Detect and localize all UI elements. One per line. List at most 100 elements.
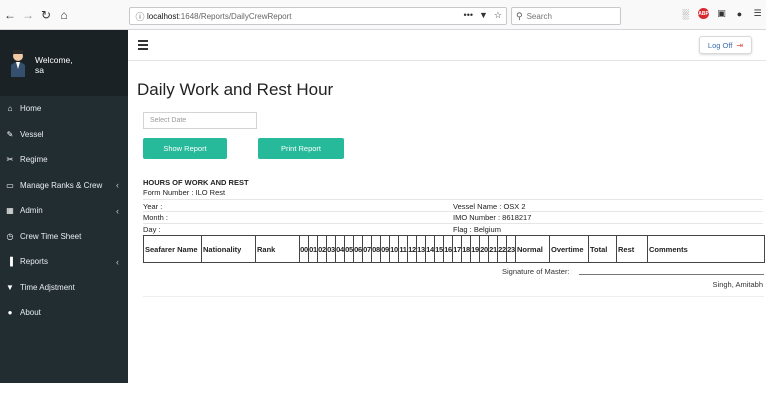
form-number: Form Number : ILO Rest bbox=[143, 188, 226, 197]
home-icon: ⌂ bbox=[7, 104, 13, 114]
search-icon: ⚲ bbox=[516, 10, 523, 21]
divider bbox=[143, 296, 764, 297]
page-actions-icon[interactable]: ••• bbox=[464, 10, 473, 21]
sidebar-item-label: Time Adjstment bbox=[20, 282, 75, 292]
col-comments: Comments bbox=[647, 235, 765, 263]
extension-icon[interactable]: ● bbox=[734, 8, 745, 19]
url-host: localhost bbox=[147, 11, 179, 21]
user-panel: Welcome, sa bbox=[0, 30, 128, 96]
top-navbar: Log Off ⇥ bbox=[128, 30, 766, 61]
select-date-input[interactable] bbox=[143, 112, 257, 129]
divider bbox=[143, 223, 763, 224]
col-hour: 19 bbox=[470, 235, 480, 263]
info-icon[interactable]: ⓘ bbox=[133, 10, 147, 23]
col-hour: 09 bbox=[380, 235, 390, 263]
sidebar-toggle-icon[interactable]: ▣ bbox=[716, 8, 727, 19]
col-rest: Rest bbox=[616, 235, 648, 263]
col-nationality: Nationality bbox=[201, 235, 256, 263]
hamburger-menu-icon[interactable] bbox=[138, 40, 148, 52]
col-hour: 18 bbox=[461, 235, 471, 263]
sidebar-item-crew-time-sheet[interactable]: ◷ Crew Time Sheet bbox=[0, 224, 128, 250]
page-title: Daily Work and Rest Hour bbox=[137, 80, 334, 99]
sidebar-item-label: Manage Ranks & Crew bbox=[20, 180, 103, 190]
pocket-icon[interactable]: ▼ bbox=[479, 10, 488, 21]
sidebar-item-about[interactable]: ● About bbox=[0, 300, 128, 326]
browser-search-input[interactable] bbox=[526, 11, 607, 21]
sidebar-item-time-adjstment[interactable]: ▼ Time Adjstment bbox=[0, 275, 128, 301]
sidebar-item-home[interactable]: ⌂ Home bbox=[0, 96, 128, 122]
col-hour: 12 bbox=[407, 235, 417, 263]
divider bbox=[143, 211, 763, 212]
col-rank: Rank bbox=[255, 235, 300, 263]
filter-icon: ▼ bbox=[6, 282, 14, 292]
col-hour: 04 bbox=[335, 235, 345, 263]
col-normal: Normal bbox=[515, 235, 550, 263]
sidebar-item-admin[interactable]: ▦ Admin ‹ bbox=[0, 198, 128, 224]
welcome-greeting: Welcome, bbox=[35, 55, 73, 65]
signature-name: Singh, Amitabh bbox=[712, 280, 763, 289]
work-rest-table: Seafarer Name Nationality Rank 00 01 02 … bbox=[143, 235, 765, 263]
avatar bbox=[11, 50, 25, 77]
sidebar-item-label: Crew Time Sheet bbox=[20, 231, 82, 241]
browser-toolbar: ← → ↻ ⌂ ⓘ localhost:1648/Reports/DailyCr… bbox=[0, 0, 766, 30]
welcome-text: Welcome, sa bbox=[35, 55, 73, 75]
sidebar: Welcome, sa ⌂ Home ✎ Vessel ✂ Regime ▭ M… bbox=[0, 30, 128, 383]
table-icon: ▦ bbox=[6, 206, 14, 216]
day-label: Day : bbox=[143, 225, 161, 234]
main-content: Log Off ⇥ Daily Work and Rest Hour Show … bbox=[128, 30, 766, 383]
url-path: :1648/Reports/DailyCrewReport bbox=[178, 11, 292, 21]
report-heading: HOURS OF WORK AND REST bbox=[143, 178, 249, 187]
col-hour: 21 bbox=[488, 235, 498, 263]
col-hour: 14 bbox=[425, 235, 435, 263]
col-hour: 01 bbox=[308, 235, 318, 263]
menu-icon[interactable]: ☰ bbox=[752, 8, 763, 19]
flag: Flag : Belgium bbox=[453, 225, 501, 234]
user-icon: ● bbox=[7, 308, 13, 318]
col-hour: 20 bbox=[479, 235, 489, 263]
month-label: Month : bbox=[143, 213, 169, 222]
col-hour: 11 bbox=[398, 235, 408, 263]
divider bbox=[143, 199, 763, 200]
signature-line bbox=[579, 274, 764, 275]
desktop-icon: ▭ bbox=[6, 180, 14, 190]
col-hour: 02 bbox=[317, 235, 327, 263]
col-seafarer-name: Seafarer Name bbox=[143, 235, 202, 263]
home-button-icon[interactable]: ⌂ bbox=[56, 7, 72, 23]
sidebar-item-reports[interactable]: ▐ Reports ‹ bbox=[0, 249, 128, 275]
col-hour: 22 bbox=[497, 235, 507, 263]
sidebar-item-vessel[interactable]: ✎ Vessel bbox=[0, 122, 128, 148]
sidebar-item-label: Regime bbox=[20, 155, 48, 165]
col-hour: 15 bbox=[434, 235, 444, 263]
bar-chart-icon: ▐ bbox=[7, 257, 13, 267]
print-report-button[interactable]: Print Report bbox=[258, 138, 344, 159]
reload-icon[interactable]: ↻ bbox=[38, 7, 54, 23]
col-hour: 05 bbox=[344, 235, 354, 263]
col-total: Total bbox=[588, 235, 617, 263]
sidebar-item-label: Admin bbox=[20, 206, 43, 216]
log-off-button[interactable]: Log Off ⇥ bbox=[699, 36, 752, 54]
back-arrow-icon[interactable]: ← bbox=[2, 7, 18, 23]
library-icon[interactable]: ░ bbox=[680, 8, 691, 19]
forward-arrow-icon[interactable]: → bbox=[20, 7, 36, 23]
edit-icon: ✎ bbox=[6, 129, 14, 139]
year-label: Year : bbox=[143, 202, 163, 211]
address-bar[interactable]: ⓘ localhost:1648/Reports/DailyCrewReport… bbox=[129, 7, 507, 25]
col-hour: 17 bbox=[452, 235, 462, 263]
chevron-left-icon: ‹ bbox=[116, 180, 119, 191]
sidebar-item-label: About bbox=[20, 308, 41, 318]
col-hour: 08 bbox=[371, 235, 381, 263]
sidebar-item-regime[interactable]: ✂ Regime bbox=[0, 147, 128, 173]
sidebar-item-manage-ranks-crew[interactable]: ▭ Manage Ranks & Crew ‹ bbox=[0, 173, 128, 199]
col-hour: 10 bbox=[389, 235, 399, 263]
sidebar-item-label: Reports bbox=[20, 257, 49, 267]
scissors-icon: ✂ bbox=[6, 155, 14, 165]
welcome-username: sa bbox=[35, 65, 44, 75]
show-report-button[interactable]: Show Report bbox=[143, 138, 227, 159]
vessel-name: Vessel Name : OSX 2 bbox=[453, 202, 526, 211]
log-off-label: Log Off bbox=[707, 40, 733, 50]
adblock-icon[interactable]: ABP bbox=[698, 8, 709, 19]
col-hour: 07 bbox=[362, 235, 372, 263]
browser-search-box[interactable]: ⚲ bbox=[511, 7, 621, 25]
sidebar-item-label: Vessel bbox=[20, 129, 44, 139]
bookmark-star-icon[interactable]: ☆ bbox=[494, 10, 502, 21]
